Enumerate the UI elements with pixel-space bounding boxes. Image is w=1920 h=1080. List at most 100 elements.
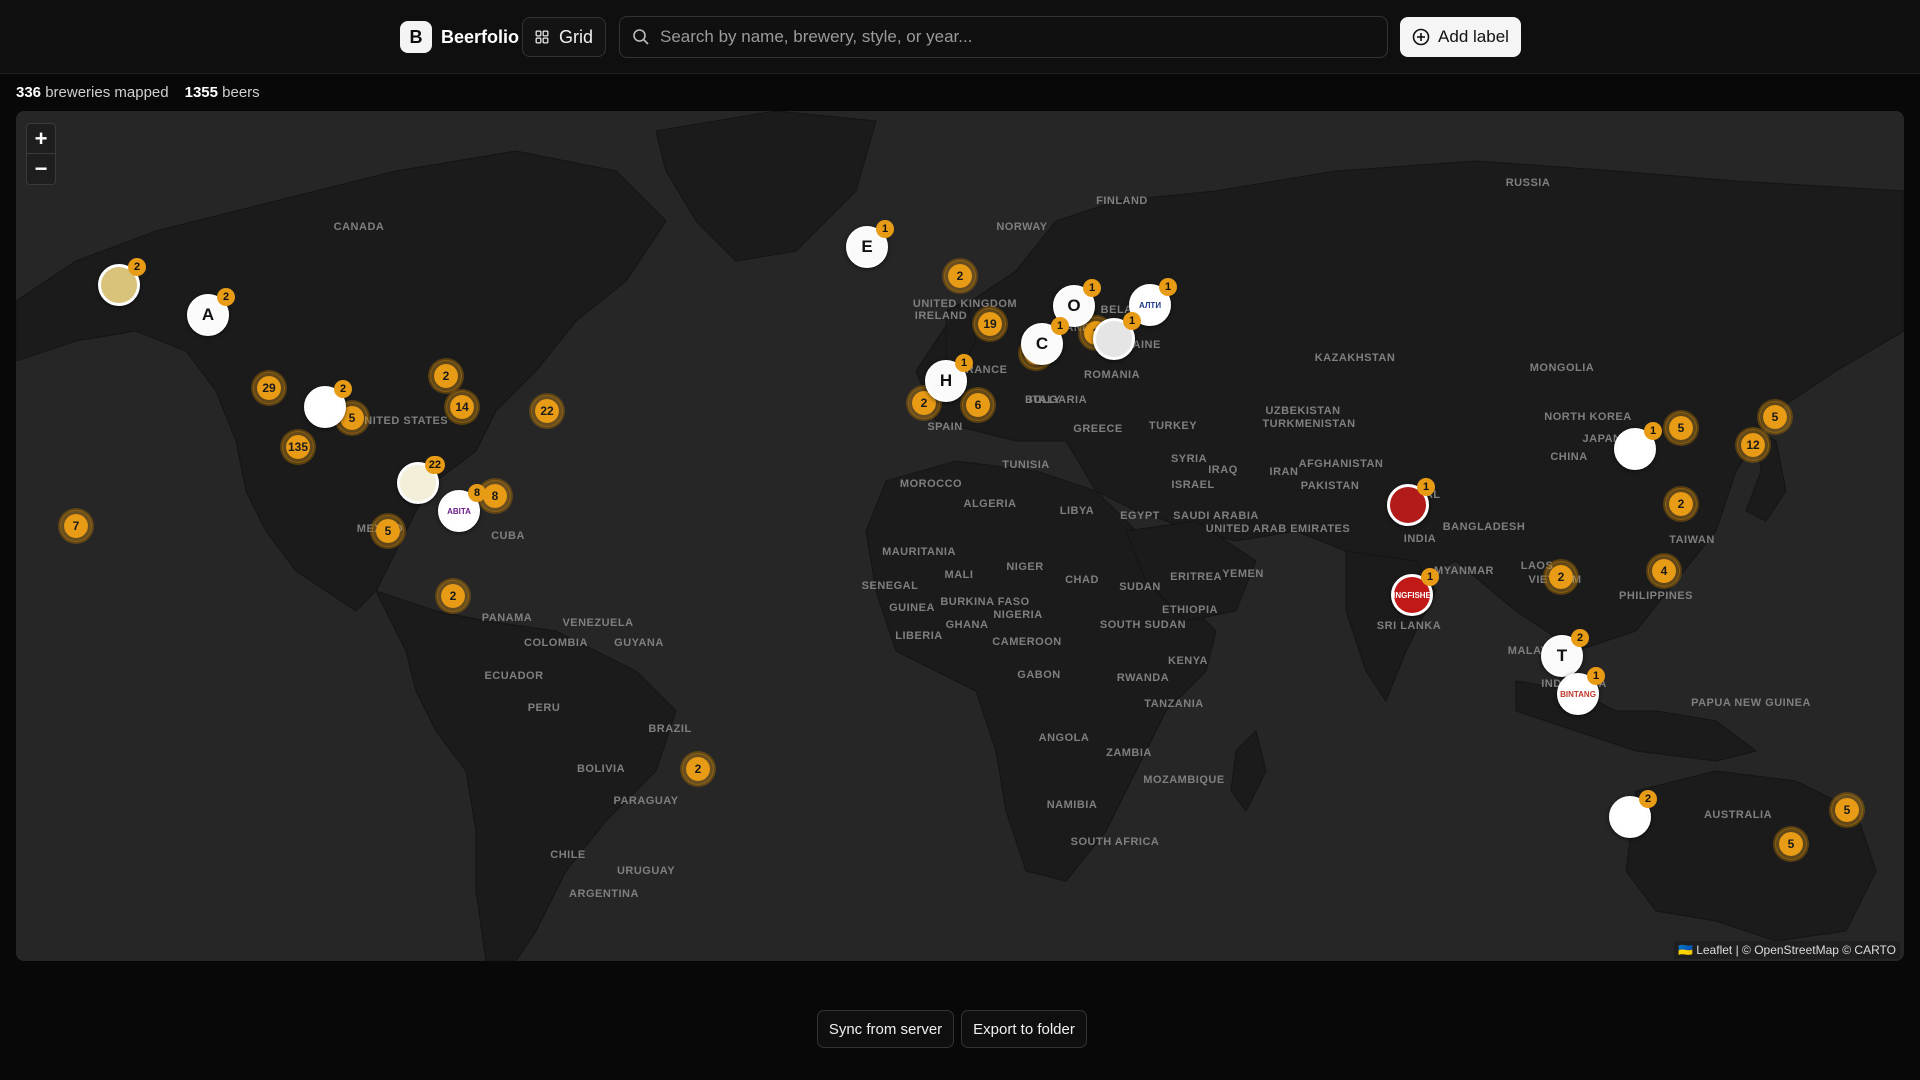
brewery-cluster[interactable]: 2 [944, 260, 976, 292]
brewery-cluster[interactable]: 19 [974, 308, 1006, 340]
grid-view-button[interactable]: Grid [522, 17, 606, 57]
marker-letter: A [201, 305, 215, 324]
marker-count-badge: 2 [1639, 790, 1657, 808]
brewery-cluster[interactable]: 5 [1665, 412, 1697, 444]
marker-letter: H [939, 371, 953, 390]
beers-stat: 1355 beers [185, 84, 260, 101]
add-label-text: Add label [1438, 27, 1509, 46]
country-label: NAMIBIA [1046, 799, 1098, 811]
brewery-logo-marker[interactable]: 1 [1387, 478, 1435, 526]
brewery-cluster[interactable]: 2 [1665, 488, 1697, 520]
brewery-logo-marker[interactable]: ABITA 8 [438, 484, 486, 532]
brewery-cluster[interactable]: 22 [531, 395, 563, 427]
country-label: IRAQ [1208, 464, 1238, 476]
country-label: EGYPT [1120, 510, 1160, 522]
country-label: TUNISIA [1002, 459, 1050, 471]
brewery-logo-marker[interactable]: 1 [1614, 422, 1662, 470]
country-label: CANADA [333, 221, 385, 233]
brewery-logo-marker[interactable]: KINGFISHER1 [1391, 568, 1439, 616]
country-label: URUGUAY [616, 865, 676, 877]
country-label: NORWAY [996, 221, 1048, 233]
marker-count-badge: 1 [1587, 667, 1605, 685]
country-label: ITALY [1028, 394, 1062, 406]
country-label: MONGOLIA [1529, 362, 1595, 374]
brewery-marker[interactable]: H1 [925, 354, 973, 402]
country-label: UNITED ARAB EMIRATES [1205, 523, 1351, 535]
brand[interactable]: B Beerfolio [400, 21, 519, 53]
brewery-cluster[interactable]: 2 [1545, 561, 1577, 593]
brewery-logo-marker[interactable]: 2 [304, 380, 352, 428]
country-label: SRI LANKA [1376, 620, 1442, 632]
brand-logo-icon: B [400, 21, 432, 53]
country-label: GUINEA [889, 602, 935, 614]
grid-view-label: Grid [558, 26, 593, 47]
country-label: BANGLADESH [1442, 521, 1526, 533]
world-map[interactable]: + − RUSSIA CANADA FINLAND NORWAY KAZAKHSTAN M… [16, 111, 1904, 961]
marker-count-badge: 1 [1159, 278, 1177, 296]
brewery-marker[interactable]: E1 [846, 220, 894, 268]
country-label: PERU [527, 702, 561, 714]
marker-count-badge: 2 [217, 288, 235, 306]
brewery-marker[interactable]: T2 [1541, 629, 1589, 677]
marker-letter: C [1035, 334, 1049, 353]
country-label: SYRIA [1170, 453, 1208, 465]
plus-circle-icon [1412, 28, 1430, 46]
country-label: ZAMBIA [1106, 747, 1152, 759]
brewery-logo-marker[interactable]: 2 [1609, 790, 1657, 838]
marker-letter: E [861, 237, 873, 256]
country-label: UNITED STATES [355, 415, 449, 427]
country-label: SPAIN [927, 421, 963, 433]
country-label: CHILE [550, 849, 586, 861]
search-box[interactable] [619, 16, 1388, 58]
marker-count-badge: 2 [1571, 629, 1589, 647]
country-label: RUSSIA [1505, 177, 1551, 189]
country-label: MAURITANIA [882, 546, 956, 558]
marker-count-badge: 1 [955, 354, 973, 372]
brewery-cluster[interactable]: 5 [1759, 401, 1791, 433]
brewery-marker[interactable]: A2 [187, 288, 235, 336]
brewery-logo-marker[interactable]: BINTANG 1 [1557, 667, 1605, 715]
brewery-cluster[interactable]: 14 [446, 391, 478, 423]
country-label: GREECE [1073, 423, 1123, 435]
brewery-cluster[interactable]: 4 [1648, 555, 1680, 587]
zoom-out-button[interactable]: − [27, 154, 55, 184]
brewery-cluster[interactable]: 2 [682, 753, 714, 785]
country-label: ERITREA [1170, 571, 1222, 583]
country-label: NIGER [1006, 561, 1044, 573]
search-input[interactable] [660, 27, 1360, 47]
add-label-button[interactable]: Add label [1400, 17, 1521, 57]
marker-count-badge: 1 [1051, 317, 1069, 335]
map-attribution[interactable]: 🇺🇦 Leaflet | © OpenStreetMap © CARTO [1673, 941, 1900, 959]
country-label: GHANA [945, 619, 989, 631]
brewery-cluster[interactable]: 12 [1737, 429, 1769, 461]
zoom-in-button[interactable]: + [27, 124, 55, 154]
country-label: VENEZUELA [562, 617, 634, 629]
country-label: PAPUA NEW GUINEA [1691, 697, 1811, 709]
brewery-marker[interactable]: C1 [1021, 317, 1069, 365]
brewery-logo-marker[interactable]: 1 [1093, 312, 1141, 360]
country-label: ANGOLA [1038, 732, 1090, 744]
country-label: GABON [1017, 669, 1061, 681]
country-label: IRAN [1269, 466, 1299, 478]
brewery-cluster[interactable]: 7 [60, 510, 92, 542]
country-label: PHILIPPINES [1619, 590, 1693, 602]
country-label: ALGERIA [963, 498, 1017, 510]
country-label: ARGENTINA [569, 888, 639, 900]
brewery-cluster[interactable]: 5 [1831, 794, 1863, 826]
brewery-logo-marker[interactable]: 22 [397, 456, 445, 504]
marker-count-badge: 1 [1123, 312, 1141, 330]
country-label: SOUTH SUDAN [1099, 619, 1187, 631]
brewery-cluster[interactable]: 5 [372, 515, 404, 547]
brewery-cluster[interactable]: 29 [253, 372, 285, 404]
brewery-cluster[interactable]: 2 [437, 580, 469, 612]
brewery-cluster[interactable]: 135 [282, 431, 314, 463]
brewery-cluster[interactable]: 6 [962, 389, 994, 421]
export-to-folder-button[interactable]: Export to folder [961, 1010, 1087, 1048]
brewery-logo-marker[interactable]: 2 [98, 258, 146, 306]
brewery-cluster[interactable]: 2 [430, 360, 462, 392]
marker-count-badge: 1 [1644, 422, 1662, 440]
breweries-label: breweries mapped [45, 84, 169, 101]
country-label: MYANMAR [1434, 565, 1494, 577]
brewery-cluster[interactable]: 5 [1775, 828, 1807, 860]
sync-from-server-button[interactable]: Sync from server [817, 1010, 954, 1048]
